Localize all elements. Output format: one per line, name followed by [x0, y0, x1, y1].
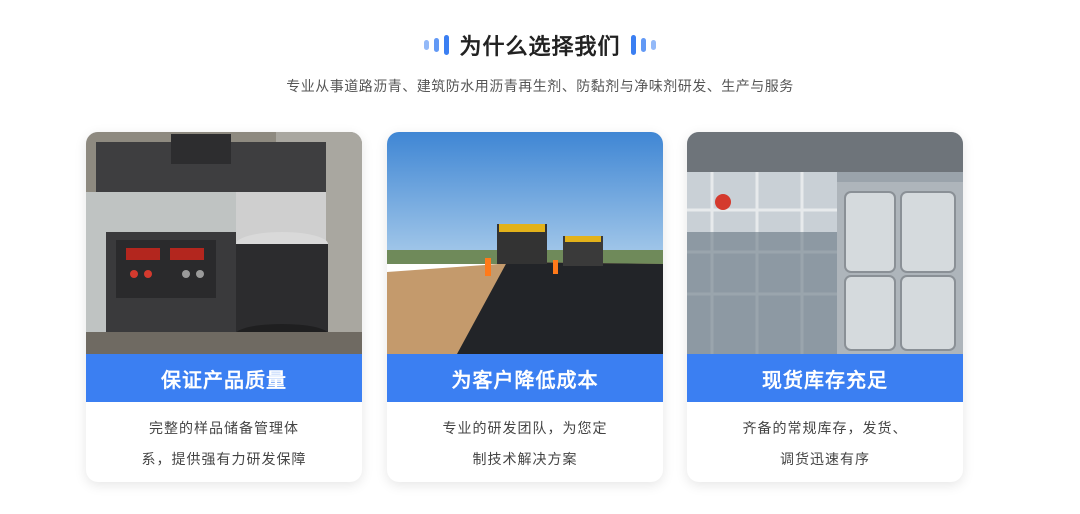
section-subtitle: 专业从事道路沥青、建筑防水用沥青再生剂、防黏剂与净味剂研发、生产与服务	[286, 79, 794, 95]
feature-title: 现货库存充足	[687, 354, 963, 402]
feature-title: 为客户降低成本	[387, 354, 663, 402]
feature-description: 专业的研发团队，为您定 制技术解决方案	[387, 414, 663, 476]
feature-description-line: 专业的研发团队，为您定	[442, 421, 608, 437]
feature-description-line: 完整的样品储备管理体	[149, 421, 299, 437]
title-deco-right-icon	[630, 35, 656, 55]
mixer-machine-photo	[86, 132, 362, 354]
feature-card-quality[interactable]: 保证产品质量 完整的样品储备管理体 系，提供强有力研发保障	[86, 132, 362, 482]
feature-description-line: 系，提供强有力研发保障	[141, 452, 307, 468]
feature-card-stock[interactable]: 现货库存充足 齐备的常规库存，发货、 调货迅速有序	[687, 132, 963, 482]
section-title-row: 为什么选择我们	[0, 28, 1080, 62]
title-deco-left-icon	[424, 35, 450, 55]
feature-card-cost[interactable]: 为客户降低成本 专业的研发团队，为您定 制技术解决方案	[387, 132, 663, 482]
warehouse-stock-photo	[687, 132, 963, 354]
feature-cards: 保证产品质量 完整的样品储备管理体 系，提供强有力研发保障 为客户降低成本 专业…	[86, 132, 964, 482]
section-title: 为什么选择我们	[459, 35, 621, 60]
feature-description-line: 齐备的常规库存，发货、	[742, 421, 908, 437]
feature-description-line: 调货迅速有序	[780, 452, 870, 468]
feature-description: 齐备的常规库存，发货、 调货迅速有序	[687, 414, 963, 476]
feature-description-line: 制技术解决方案	[472, 452, 578, 468]
feature-title: 保证产品质量	[86, 354, 362, 402]
road-paving-photo	[387, 132, 663, 354]
feature-description: 完整的样品储备管理体 系，提供强有力研发保障	[86, 414, 362, 476]
